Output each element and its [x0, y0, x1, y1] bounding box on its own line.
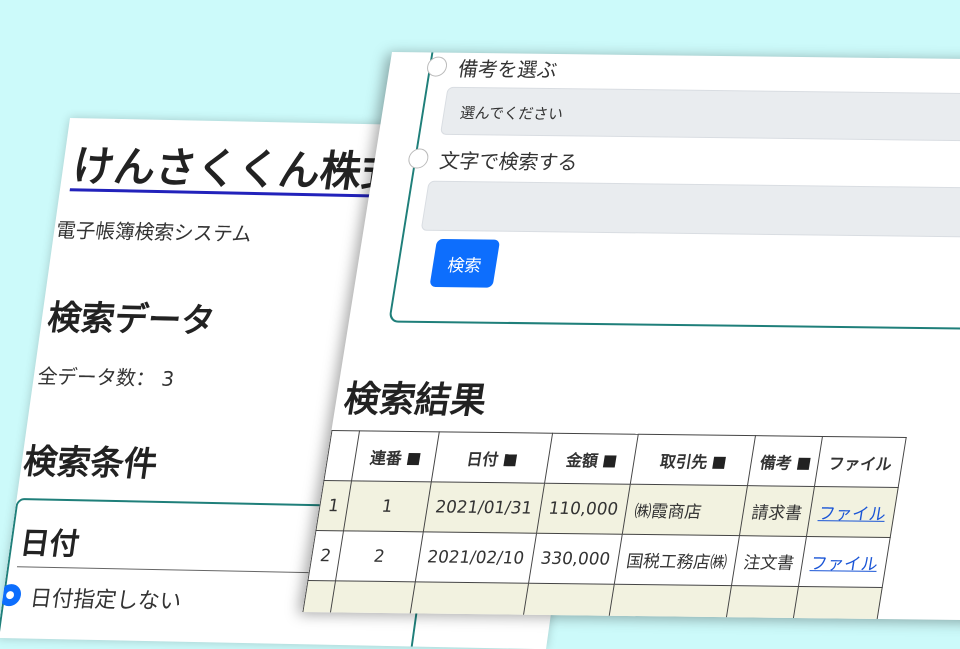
- sort-icon[interactable]: [712, 456, 727, 469]
- file-link[interactable]: ファイル: [817, 504, 887, 525]
- cell-file: ファイル: [798, 536, 891, 588]
- sort-icon[interactable]: [796, 457, 811, 470]
- sort-icon[interactable]: [602, 454, 617, 468]
- cell-amount: 330,000: [528, 533, 623, 585]
- cell-date: 2021/02/10: [415, 531, 537, 584]
- text-option-label: 文字で検索する: [437, 148, 580, 175]
- table-row: 1 1 2021/01/31 110,000 ㈱霞商店 請求書 ファイル: [315, 480, 899, 538]
- note-option-radio[interactable]: [425, 56, 449, 77]
- date-section-title: 日付: [17, 526, 82, 563]
- system-name: 電子帳簿検索システム: [54, 218, 254, 247]
- note-select[interactable]: 選んでください: [439, 86, 960, 143]
- cell-seq: 2: [335, 530, 424, 582]
- total-count: 3: [159, 366, 176, 391]
- total-count-text: 全データ数： 3: [36, 360, 176, 392]
- col-seq[interactable]: 連番: [351, 430, 440, 482]
- table-row: 2 2 2021/02/10 330,000 国税工務店㈱ 注文書 ファイル: [307, 530, 891, 588]
- cell-amount: 110,000: [536, 483, 631, 535]
- cell-file: ファイル: [806, 486, 899, 538]
- search-data-heading: 検索データ: [45, 298, 218, 342]
- date-none-radio[interactable]: [0, 583, 23, 607]
- results-heading: 検索結果: [341, 379, 490, 422]
- date-none-label: 日付指定しない: [28, 586, 183, 615]
- cell-note: 注文書: [731, 535, 807, 587]
- note-option-label: 備考を選ぶ: [456, 56, 559, 83]
- col-amount[interactable]: 金額: [544, 433, 639, 485]
- conditions-heading: 検索条件: [21, 442, 160, 485]
- search-condition-box: 備考を選ぶ 選んでください 文字で検索する 検索: [388, 52, 960, 331]
- cell-seq: 1: [343, 480, 432, 532]
- col-note[interactable]: 備考: [747, 435, 823, 487]
- col-date[interactable]: 日付: [431, 431, 553, 484]
- text-search-input[interactable]: [420, 180, 960, 239]
- cell-client: ㈱霞商店: [622, 484, 748, 536]
- table-header-row: 連番 日付 金額 取引先 備考 ファイル: [323, 430, 907, 488]
- results-table: 連番 日付 金額 取引先 備考 ファイル 1 1 2021/01/31 110,…: [302, 430, 907, 621]
- note-select-placeholder: 選んでください: [458, 103, 565, 124]
- col-file: ファイル: [814, 436, 907, 488]
- cell-date: 2021/01/31: [423, 481, 545, 534]
- sort-icon[interactable]: [503, 453, 518, 466]
- col-client[interactable]: 取引先: [630, 434, 756, 486]
- search-button[interactable]: 検索: [429, 238, 501, 288]
- cell-note: 請求書: [739, 485, 815, 537]
- cell-client: 国税工務店㈱: [614, 534, 740, 586]
- text-option-radio[interactable]: [406, 148, 430, 169]
- front-page: 備考を選ぶ 選んでください 文字で検索する 検索 検索結果 連番 日付 金額 取…: [302, 52, 960, 621]
- sort-icon[interactable]: [406, 452, 421, 465]
- file-link[interactable]: ファイル: [809, 554, 879, 575]
- total-label: 全データ数：: [36, 364, 158, 391]
